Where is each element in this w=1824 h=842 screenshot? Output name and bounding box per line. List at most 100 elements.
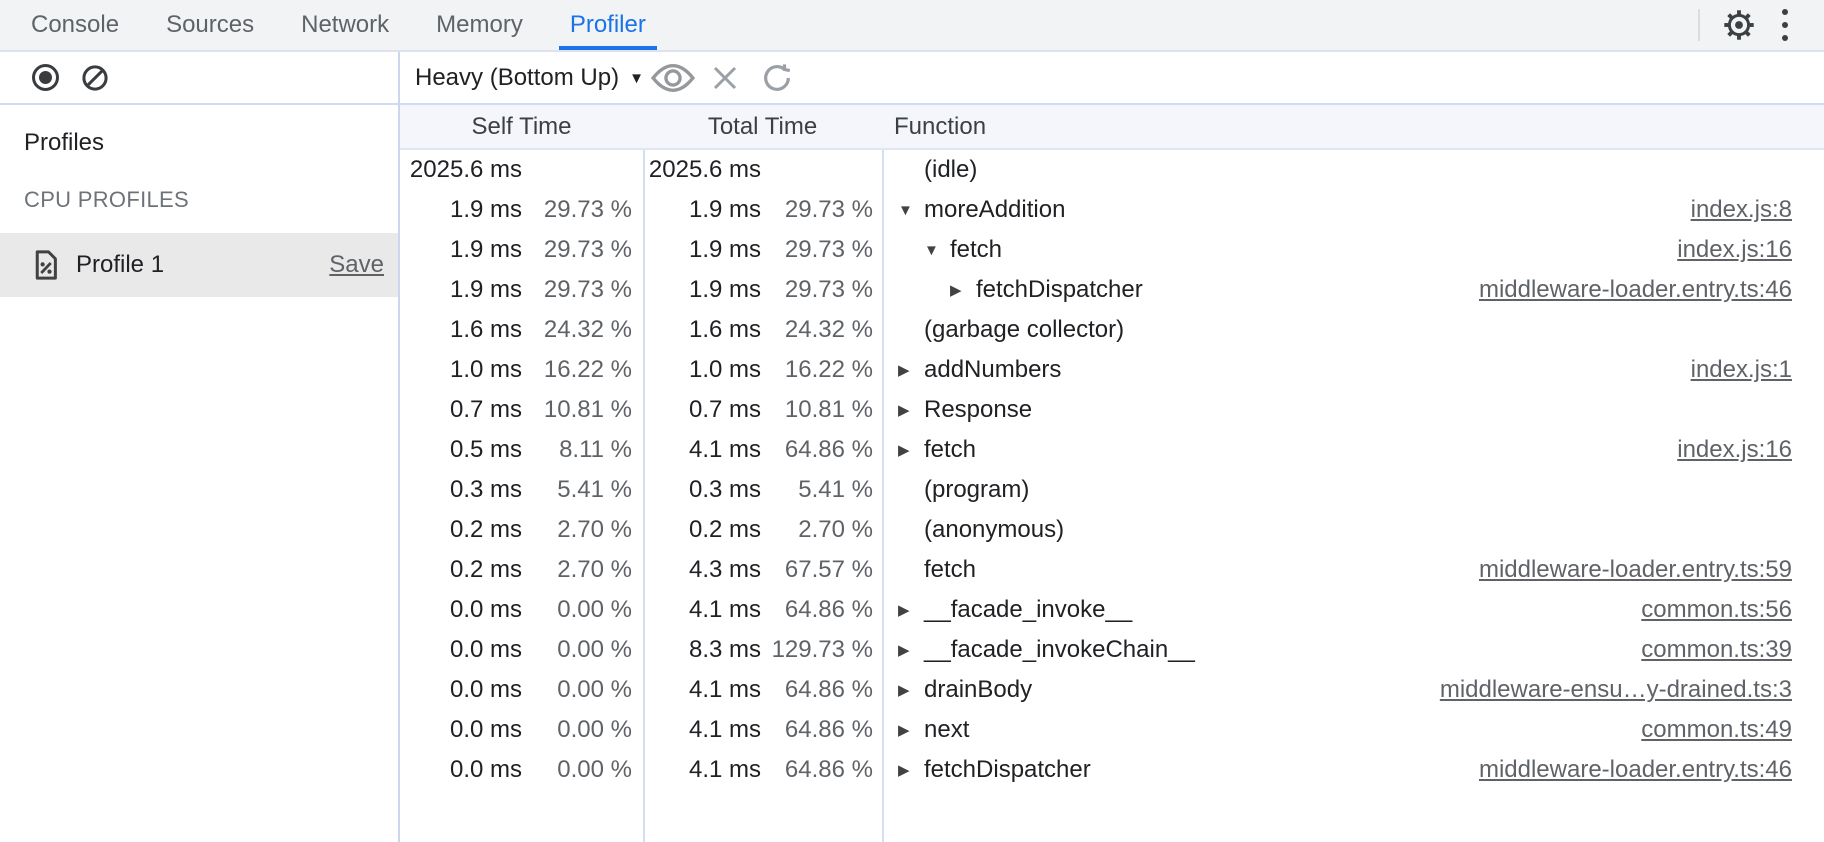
- exclude-selected-button[interactable]: [702, 55, 748, 101]
- source-location-link[interactable]: index.js:1: [1691, 356, 1792, 384]
- total-time-ms: 4.3 ms: [643, 556, 761, 584]
- total-time-percent: 129.73 %: [761, 636, 882, 664]
- column-header-total-time[interactable]: Total Time: [643, 113, 882, 141]
- source-location-link[interactable]: common.ts:39: [1641, 636, 1792, 664]
- profile-item-selected[interactable]: Profile 1 Save: [0, 233, 398, 297]
- total-time-percent: 10.81 %: [761, 396, 882, 424]
- expander-closed-icon[interactable]: ▶: [898, 363, 924, 378]
- profile-table-row[interactable]: 0.2 ms2.70 %0.2 ms2.70 %(anonymous): [400, 510, 1824, 550]
- profile-data-grid: Self Time Total Time Function 2025.6 ms2…: [400, 105, 1824, 842]
- expander-closed-icon[interactable]: ▶: [898, 683, 924, 698]
- expander-closed-icon[interactable]: ▶: [898, 723, 924, 738]
- record-button[interactable]: [28, 61, 62, 95]
- function-cell: (garbage collector): [882, 316, 1824, 344]
- view-mode-dropdown[interactable]: Heavy (Bottom Up) ▼: [415, 64, 644, 92]
- function-cell: ▶fetchindex.js:16: [882, 436, 1824, 464]
- self-time-ms: 0.7 ms: [400, 396, 522, 424]
- total-time-ms: 1.9 ms: [643, 196, 761, 224]
- total-time-ms: 1.6 ms: [643, 316, 761, 344]
- focus-selected-button[interactable]: [650, 55, 696, 101]
- expander-open-icon[interactable]: ▼: [924, 243, 950, 258]
- total-time-percent: 5.41 %: [761, 476, 882, 504]
- expander-closed-icon[interactable]: ▶: [898, 603, 924, 618]
- source-location-link[interactable]: common.ts:56: [1641, 596, 1792, 624]
- expander-closed-icon[interactable]: ▶: [898, 403, 924, 418]
- view-mode-label: Heavy (Bottom Up): [415, 64, 619, 92]
- source-location-link[interactable]: middleware-loader.entry.ts:46: [1479, 756, 1792, 784]
- total-time-ms: 4.1 ms: [643, 676, 761, 704]
- profile-table-row[interactable]: 1.0 ms16.22 %1.0 ms16.22 %▶addNumbersind…: [400, 350, 1824, 390]
- source-location-link[interactable]: middleware-loader.entry.ts:46: [1479, 276, 1792, 304]
- source-location-link[interactable]: index.js:16: [1677, 436, 1792, 464]
- column-header-function[interactable]: Function: [882, 113, 1824, 141]
- expander-open-icon[interactable]: ▼: [898, 203, 924, 218]
- profile-table-row[interactable]: 2025.6 ms2025.6 ms(idle): [400, 150, 1824, 190]
- profile-table-row[interactable]: 0.0 ms0.00 %4.1 ms64.86 %▶nextcommon.ts:…: [400, 710, 1824, 750]
- profiles-list: Profiles CPU PROFILES Profile 1 Save: [0, 105, 398, 297]
- tab-network[interactable]: Network: [290, 0, 400, 50]
- profile-table-row[interactable]: 0.3 ms5.41 %0.3 ms5.41 %(program): [400, 470, 1824, 510]
- expander-closed-icon[interactable]: ▶: [898, 763, 924, 778]
- expander-closed-icon[interactable]: ▶: [950, 283, 976, 298]
- total-time-percent: 29.73 %: [761, 196, 882, 224]
- tab-sources[interactable]: Sources: [155, 0, 265, 50]
- profile-table-row[interactable]: 0.0 ms0.00 %4.1 ms64.86 %▶__facade_invok…: [400, 590, 1824, 630]
- refresh-icon: [761, 62, 793, 94]
- tab-memory[interactable]: Memory: [425, 0, 534, 50]
- function-name: fetchDispatcher: [924, 756, 1091, 784]
- tab-console[interactable]: Console: [20, 0, 130, 50]
- profile-table-row[interactable]: 1.9 ms29.73 %1.9 ms29.73 %▼moreAdditioni…: [400, 190, 1824, 230]
- source-location-link[interactable]: index.js:16: [1677, 236, 1792, 264]
- total-time-percent: 24.32 %: [761, 316, 882, 344]
- profiler-main-panel: Heavy (Bottom Up) ▼: [400, 52, 1824, 842]
- profile-table-row[interactable]: 0.5 ms8.11 %4.1 ms64.86 %▶fetchindex.js:…: [400, 430, 1824, 470]
- function-name: fetchDispatcher: [976, 276, 1143, 304]
- profile-table-row[interactable]: 0.0 ms0.00 %8.3 ms129.73 %▶__facade_invo…: [400, 630, 1824, 670]
- total-time-percent: 64.86 %: [761, 716, 882, 744]
- restore-all-button[interactable]: [754, 55, 800, 101]
- save-profile-link[interactable]: Save: [329, 251, 384, 279]
- self-time-ms: 0.3 ms: [400, 476, 522, 504]
- expander-closed-icon[interactable]: ▶: [898, 443, 924, 458]
- clear-icon: [81, 64, 109, 92]
- clear-profiles-button[interactable]: [78, 61, 112, 95]
- source-location-link[interactable]: index.js:8: [1691, 196, 1792, 224]
- self-time-percent: 10.81 %: [522, 396, 643, 424]
- self-time-ms: 0.2 ms: [400, 556, 522, 584]
- profile-name: Profile 1: [76, 251, 329, 279]
- profile-table-row[interactable]: 1.9 ms29.73 %1.9 ms29.73 %▶fetchDispatch…: [400, 270, 1824, 310]
- function-cell: ▶__facade_invokeChain__common.ts:39: [882, 636, 1824, 664]
- total-time-percent: 64.86 %: [761, 756, 882, 784]
- settings-button[interactable]: [1716, 2, 1762, 48]
- source-location-link[interactable]: middleware-ensu…y-drained.ts:3: [1440, 676, 1792, 704]
- source-location-link[interactable]: middleware-loader.entry.ts:59: [1479, 556, 1792, 584]
- profile-table-row[interactable]: 0.7 ms10.81 %0.7 ms10.81 %▶Response: [400, 390, 1824, 430]
- profile-table-row[interactable]: 0.0 ms0.00 %4.1 ms64.86 %▶fetchDispatche…: [400, 750, 1824, 790]
- function-name: Response: [924, 396, 1032, 424]
- self-time-percent: 2.70 %: [522, 556, 643, 584]
- grid-body: 2025.6 ms2025.6 ms(idle)1.9 ms29.73 %1.9…: [400, 150, 1824, 790]
- profile-table-row[interactable]: 0.2 ms2.70 %4.3 ms67.57 %fetchmiddleware…: [400, 550, 1824, 590]
- function-cell: ▶addNumbersindex.js:1: [882, 356, 1824, 384]
- expander-closed-icon[interactable]: ▶: [898, 643, 924, 658]
- profile-table-row[interactable]: 0.0 ms0.00 %4.1 ms64.86 %▶drainBodymiddl…: [400, 670, 1824, 710]
- function-cell: ▶nextcommon.ts:49: [882, 716, 1824, 744]
- source-location-link[interactable]: common.ts:49: [1641, 716, 1792, 744]
- column-header-self-time[interactable]: Self Time: [400, 113, 643, 141]
- self-time-percent: 24.32 %: [522, 316, 643, 344]
- function-cell: (anonymous): [882, 516, 1824, 544]
- tab-profiler[interactable]: Profiler: [559, 0, 657, 50]
- total-time-ms: 4.1 ms: [643, 716, 761, 744]
- self-time-ms: 1.9 ms: [400, 196, 522, 224]
- function-name: (anonymous): [924, 516, 1064, 544]
- record-icon: [32, 64, 59, 91]
- total-time-percent: 67.57 %: [761, 556, 882, 584]
- self-time-ms: 1.9 ms: [400, 276, 522, 304]
- total-time-ms: 1.9 ms: [643, 276, 761, 304]
- total-time-ms: 4.1 ms: [643, 756, 761, 784]
- self-time-percent: 29.73 %: [522, 236, 643, 264]
- profile-table-row[interactable]: 1.9 ms29.73 %1.9 ms29.73 %▼fetchindex.js…: [400, 230, 1824, 270]
- more-options-button[interactable]: [1762, 2, 1808, 48]
- profile-table-row[interactable]: 1.6 ms24.32 %1.6 ms24.32 %(garbage colle…: [400, 310, 1824, 350]
- total-time-ms: 0.7 ms: [643, 396, 761, 424]
